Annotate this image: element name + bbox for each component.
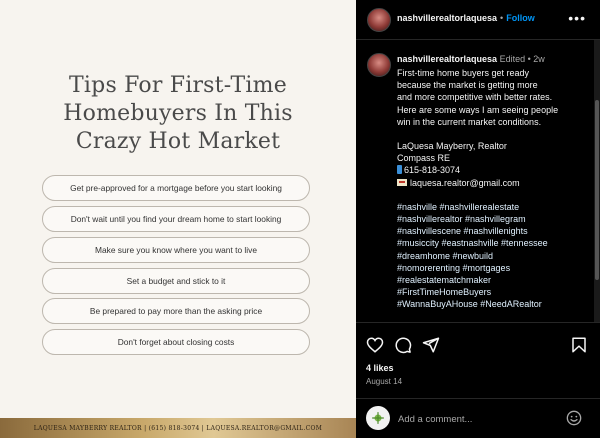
post-age[interactable]: 2w <box>533 54 545 64</box>
hashtag-line[interactable]: #nashvillescene #nashvillenights <box>397 225 587 237</box>
header-username-row: nashvillerealtorlaquesa • Follow <box>397 13 535 23</box>
post-date[interactable]: August 14 <box>366 377 402 386</box>
caption-header: nashvillerealtorlaquesa Edited • 2w <box>397 54 545 64</box>
caption-line: and more competitive with better rates. <box>397 92 553 103</box>
caption-line: Here are some ways I am seeing people <box>397 104 559 115</box>
share-icon[interactable] <box>422 336 440 354</box>
user-avatar <box>366 406 390 430</box>
post-side-panel: nashvillerealtorlaquesa • Follow ••• nashv… <box>356 0 600 438</box>
tip-pill: Be prepared to pay more than the asking … <box>42 298 310 324</box>
contact-name: LaQuesa Mayberry, Realtor <box>397 141 507 152</box>
contact-phone-row: 615-818-3074 <box>397 164 587 176</box>
likes-count[interactable]: 4 likes <box>366 363 394 373</box>
post-header: nashvillerealtorlaquesa • Follow ••• <box>356 0 600 40</box>
comment-bar <box>356 398 600 438</box>
hashtag-line[interactable]: #realestatematchmaker <box>397 274 587 286</box>
tip-pill: Get pre-approved for a mortgage before y… <box>42 175 310 201</box>
caption-scrollbar[interactable] <box>594 40 600 322</box>
header-username[interactable]: nashvillerealtorlaquesa <box>397 13 497 23</box>
hashtag-line[interactable]: #dreamhome #newbuild <box>397 250 587 262</box>
leaf-icon <box>372 412 384 424</box>
title-line: Crazy Hot Market <box>75 129 281 154</box>
footer-text: LAQUESA MAYBERRY REALTOR | (615) 818-307… <box>33 424 323 432</box>
bookmark-icon[interactable] <box>570 336 588 354</box>
tip-pill: Don't wait until you find your dream hom… <box>42 206 310 232</box>
contact-company: Compass RE <box>397 153 451 164</box>
title-line: Tips For First-Time <box>69 73 287 98</box>
caption-text: First-time home buyers get ready because… <box>397 67 587 311</box>
avatar[interactable] <box>367 8 391 32</box>
caption-line: win in the current market conditions. <box>397 116 542 127</box>
hashtag-line[interactable]: #FirstTimeHomeBuyers <box>397 286 587 298</box>
post-image-title: Tips For First-Time Homebuyers In This C… <box>0 72 356 156</box>
title-line: Homebuyers In This <box>63 101 293 126</box>
hashtag-line[interactable]: #musiccity #eastnashville #tennessee <box>397 237 587 249</box>
caption-username[interactable]: nashvillerealtorlaquesa <box>397 54 497 64</box>
more-options-icon[interactable]: ••• <box>568 10 586 26</box>
post-image-footer: LAQUESA MAYBERRY REALTOR | (615) 818-307… <box>0 418 356 438</box>
separator-dot: • <box>527 54 531 64</box>
caption-line: First-time home buyers get ready <box>397 68 530 78</box>
tip-pill: Don't forget about closing costs <box>42 329 310 355</box>
caption-area[interactable]: nashvillerealtorlaquesa Edited • 2w Firs… <box>356 40 594 322</box>
contact-email-row: laquesa.realtor@gmail.com <box>397 177 587 189</box>
envelope-icon <box>397 178 407 186</box>
hashtag-line[interactable]: #nomorerenting #mortgages <box>397 262 587 274</box>
heart-icon[interactable] <box>366 336 384 354</box>
hashtag-line[interactable]: #nashvillerealtor #nashvillegram <box>397 213 587 225</box>
comment-input[interactable] <box>398 411 548 427</box>
emoji-icon[interactable] <box>566 410 582 426</box>
hashtags: #nashville #nashvillerealestate #nashvil… <box>397 201 587 311</box>
comment-icon[interactable] <box>394 336 412 354</box>
caption-avatar[interactable] <box>367 53 391 77</box>
hashtag-line[interactable]: #WannaBuyAHouse #NeedARealtor <box>397 298 587 310</box>
caption-line: because the market is getting more <box>397 80 538 91</box>
contact-email: laquesa.realtor@gmail.com <box>410 177 520 188</box>
separator-dot: • <box>500 13 504 23</box>
tip-pill: Set a budget and stick to it <box>42 268 310 294</box>
edited-label: Edited <box>499 54 526 64</box>
tip-pill: Make sure you know where you want to liv… <box>42 237 310 263</box>
phone-icon <box>397 165 402 175</box>
contact-phone: 615-818-3074 <box>404 165 461 176</box>
scrollbar-thumb[interactable] <box>595 100 599 280</box>
hashtag-line[interactable]: #nashville #nashvillerealestate <box>397 201 587 213</box>
follow-button[interactable]: Follow <box>506 13 535 23</box>
post-image: Tips For First-Time Homebuyers In This C… <box>0 0 356 438</box>
